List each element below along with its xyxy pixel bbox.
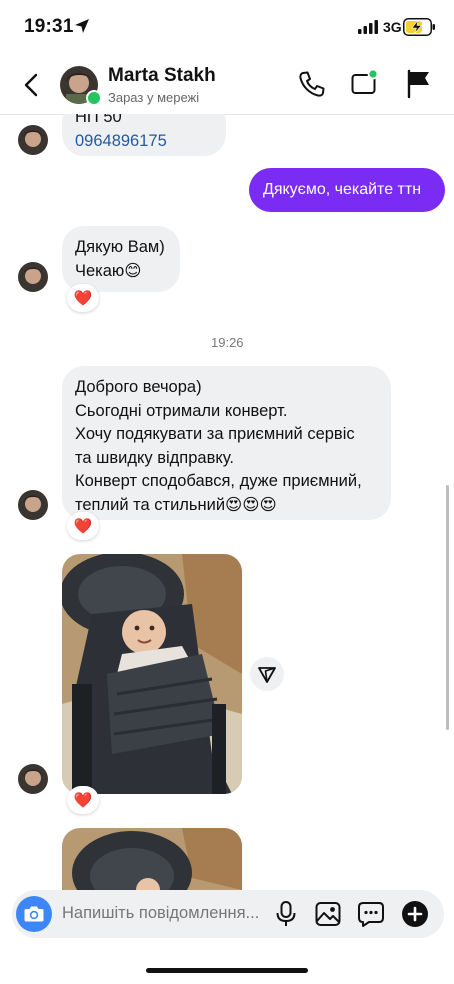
send-icon [258,667,276,683]
home-indicator[interactable] [146,968,308,973]
message-line: Дякую Вам) [75,238,165,256]
message-text: НП 50 [75,114,122,126]
signal-icon [358,20,378,34]
phone-number-link[interactable]: 0964896175 [75,130,213,154]
incoming-message-4[interactable]: Доброго вечора) Сьогодні отримали конвер… [62,366,391,520]
plus-icon[interactable] [401,900,429,928]
heart-icon: ❤️ [73,290,93,307]
incoming-message-1[interactable]: НП 50 0964896175 [62,114,226,156]
avatar[interactable] [18,490,48,520]
message-line: Доброго вечора) [75,378,202,396]
sticker-icon[interactable] [357,900,385,928]
gallery-icon[interactable] [314,900,342,928]
flag-icon[interactable] [403,68,435,100]
avatar[interactable] [18,262,48,292]
camera-icon [24,906,44,922]
network-type: 3G [383,19,402,35]
photo-message[interactable] [62,554,242,794]
presence-status: Зараз у мережі [108,90,200,105]
baby-in-stroller-image [62,554,242,794]
online-status-dot [86,90,102,106]
scrollbar[interactable] [446,485,449,730]
battery-charging-icon [403,18,435,36]
avatar-image [18,764,48,794]
avatar-image [18,490,48,520]
message-line: Сьогодні отримали конверт. [75,401,288,420]
message-line: та швидку відправку. [75,448,234,467]
baby-in-stroller-image [62,828,242,890]
status-time: 19:31 [24,16,74,37]
video-call-icon[interactable] [350,68,382,100]
reaction-heart[interactable]: ❤️ [67,786,99,814]
microphone-icon[interactable] [273,900,299,928]
share-button[interactable] [250,657,284,691]
avatar[interactable] [18,125,48,155]
camera-button[interactable] [16,896,52,932]
heart-icon: ❤️ [73,518,93,535]
timestamp: 19:26 [211,335,244,350]
heart-icon: ❤️ [73,792,93,809]
avatar[interactable] [18,764,48,794]
photo-message[interactable] [62,828,242,890]
avatar-image [18,262,48,292]
message-line: Хочу подякувати за приємний сервіс [75,425,355,443]
contact-name[interactable]: Marta Stakh [108,65,216,87]
message-line: Конверт сподобався, дуже приємний, [75,472,362,490]
message-line: теплий та стильний😍😍😍 [75,495,277,514]
outgoing-message[interactable]: Дякуємо, чекайте ттн [249,168,445,212]
message-input[interactable]: Напишіть повідомлення... [62,904,259,923]
phone-icon[interactable] [296,68,328,100]
avatar-image [18,125,48,155]
incoming-message-3[interactable]: Дякую Вам) Чекаю😊 [62,226,180,292]
reaction-heart[interactable]: ❤️ [67,284,99,312]
reaction-heart[interactable]: ❤️ [67,512,99,540]
message-line: Чекаю😊 [75,261,142,280]
location-arrow-icon [75,19,89,33]
back-chevron-icon[interactable] [22,73,40,97]
